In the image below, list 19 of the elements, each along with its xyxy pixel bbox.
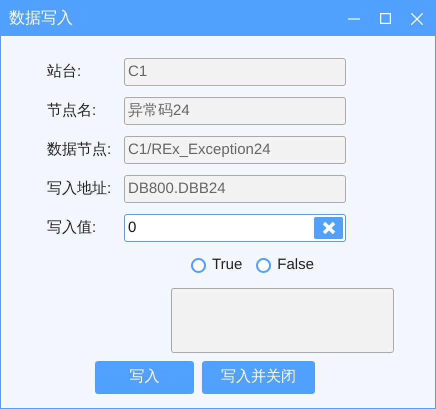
field-label: 写入值: xyxy=(46,218,98,238)
window-title: 数据写入 xyxy=(9,8,74,28)
value-input[interactable]: 0 xyxy=(124,214,346,242)
readonly-field[interactable]: C1/REx_Exception24 xyxy=(124,136,346,164)
radio-option[interactable]: False xyxy=(256,254,314,276)
radio-option[interactable]: True xyxy=(191,254,242,276)
readonly-field[interactable]: 异常码24 xyxy=(124,97,346,125)
write-button[interactable]: 写入 xyxy=(95,360,194,394)
readonly-field[interactable]: DB800.DBB24 xyxy=(124,175,346,203)
close-icon[interactable] xyxy=(411,12,423,24)
maximize-icon[interactable] xyxy=(380,13,391,24)
field-label: 节点名: xyxy=(46,100,98,121)
field-label: 数据节点: xyxy=(46,140,112,160)
field-label: 写入地址: xyxy=(46,178,112,199)
message-area[interactable] xyxy=(171,288,394,352)
field-label: 站台: xyxy=(46,62,82,82)
clear-icon[interactable] xyxy=(314,217,343,239)
write-and-close-button[interactable]: 写入并关闭 xyxy=(202,360,315,394)
readonly-field[interactable]: C1 xyxy=(124,58,346,86)
